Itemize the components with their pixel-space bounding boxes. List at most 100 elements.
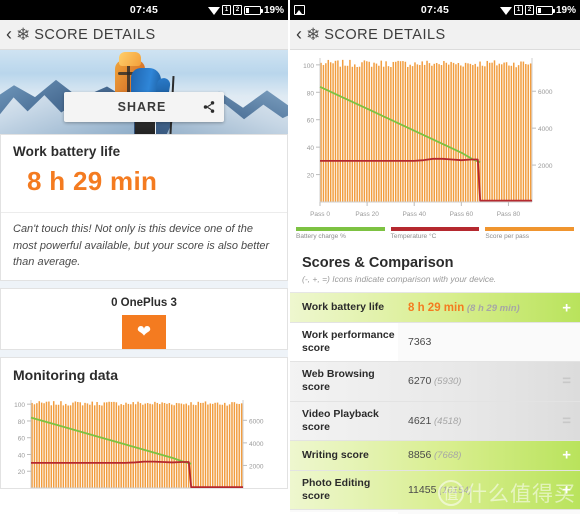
scores-subtitle: (-, +, =) Icons indicate comparison with…: [302, 274, 497, 284]
svg-text:60: 60: [18, 435, 26, 442]
divider-2: [0, 349, 288, 357]
row-comparison-value: (7668): [431, 450, 462, 462]
svg-text:100: 100: [14, 402, 25, 409]
row-value-text: 6270: [408, 375, 432, 388]
device-name-label: 0 OnePlus 3: [111, 296, 177, 309]
row-comparison-value: (4518): [431, 415, 462, 427]
signal-sim1-icon: 1: [221, 5, 231, 15]
snowflake-icon: ❄: [306, 25, 321, 44]
status-bar-right-icons: 1 2 19%: [207, 4, 284, 16]
table-row[interactable]: Web Browsing score 6270 (5930) =: [290, 362, 580, 402]
svg-text:Pass 0: Pass 0: [310, 211, 330, 218]
monitoring-chart-left: 20 40 60 80 100 2000 4000 6000: [1, 391, 287, 488]
row-label: Writing score: [302, 448, 369, 461]
page-title: SCORE DETAILS: [324, 26, 446, 43]
row-comparison-value: (5930): [431, 376, 462, 388]
scores-table: Work battery life 8 h 29 min (8 h 29 min)…: [290, 293, 580, 514]
scores-title: Scores & Comparison: [302, 255, 454, 271]
status-bar-left: 07:45 1 2 19%: [0, 0, 288, 20]
dual-screenshot-container: 07:45 1 2 19% ‹ ❄ SCORE DETAILS SHARE Wo…: [0, 0, 580, 514]
row-label: Video Playback score: [302, 407, 379, 433]
svg-text:2000: 2000: [538, 163, 553, 170]
comparison-plus-icon: +: [562, 446, 571, 464]
heart-icon: ❤: [136, 322, 152, 341]
legend-color-swatch: [390, 227, 480, 231]
result-label: Work battery life: [13, 144, 121, 159]
result-value: 8 h 29 min: [27, 166, 158, 196]
legend-item: Battery charge %: [296, 227, 385, 240]
status-bar-right: 07:45 1 2 19%: [290, 0, 580, 20]
legend-label: Score per pass: [485, 233, 530, 240]
result-description-wrap: Can't touch this! Not only is this devic…: [1, 212, 287, 280]
result-card: Work battery life 8 h 29 min Can't touch…: [0, 134, 288, 281]
share-button-label: SHARE: [117, 100, 167, 114]
row-value: 8 h 29 min (8 h 29 min): [398, 296, 580, 320]
svg-text:80: 80: [307, 90, 315, 97]
status-bar-right-icons: 1 2 19%: [499, 4, 576, 16]
svg-text:40: 40: [18, 452, 26, 459]
comparison-equal-icon: =: [562, 412, 571, 430]
battery-icon: [243, 5, 263, 15]
svg-text:40: 40: [307, 145, 315, 152]
svg-text:6000: 6000: [249, 418, 264, 425]
legend-color-swatch: [296, 227, 385, 231]
monitoring-card: Monitoring data 20 40 60 80 100 2000 4000 6000: [0, 356, 288, 489]
app-bar-right: ‹ ❄ SCORE DETAILS: [290, 20, 580, 50]
table-row[interactable]: Writing score 8856 (7668) +: [290, 440, 580, 471]
back-icon[interactable]: ‹: [6, 25, 12, 43]
back-icon[interactable]: ‹: [296, 25, 302, 43]
legend-label: Battery charge %: [296, 233, 346, 240]
svg-text:60: 60: [307, 118, 315, 125]
battery-percent-label: 19%: [263, 4, 284, 16]
row-value: 4621 (4518): [398, 409, 580, 433]
svg-text:Pass 60: Pass 60: [450, 211, 474, 218]
wifi-icon: [499, 6, 512, 15]
row-value: 8856 (7668): [398, 443, 580, 467]
legend-item: Score per pass: [485, 227, 575, 240]
row-comparison-value: (10154): [436, 484, 472, 496]
backpack-top-shape: [119, 52, 141, 66]
table-row[interactable]: Video Playback score 4621 (4518) =: [290, 401, 580, 441]
svg-text:6000: 6000: [538, 89, 553, 96]
row-value-text: 4621: [408, 414, 432, 427]
row-label: Web Browsing score: [302, 368, 375, 394]
hero-image: SHARE: [0, 50, 288, 134]
app-bar-left: ‹ ❄ SCORE DETAILS: [0, 20, 288, 50]
right-phone-screen: 07:45 1 2 19% ‹ ❄ SCORE DETAILS 20 40 60 80…: [290, 0, 580, 514]
divider-1: [0, 280, 288, 288]
row-label: Work battery life: [302, 300, 385, 313]
table-row[interactable]: Photo Editing score 11455 (10154) +: [290, 470, 580, 510]
svg-text:4000: 4000: [538, 126, 553, 133]
monitoring-chart-svg: 20 40 60 80 100 2000 4000 6000: [14, 399, 264, 488]
legend-label: Temperature °C: [390, 233, 437, 240]
svg-text:Pass 20: Pass 20: [355, 211, 379, 218]
legend-item: Temperature °C: [390, 227, 480, 240]
monitoring-chart-right: 20 40 60 80 100 2000 4000 6000 Pass 0 Pass 20 Pass…: [290, 50, 580, 246]
chart-legend: Battery charge % Temperature °C Score per …: [290, 224, 580, 246]
signal-sim2-icon: 2: [232, 5, 242, 15]
table-row[interactable]: Work performance score 7363: [290, 323, 580, 363]
svg-text:Pass 80: Pass 80: [497, 211, 521, 218]
row-label: Photo Editing score: [302, 476, 371, 502]
row-value: 11455 (10154): [398, 478, 580, 502]
favorite-card: 0 OnePlus 3 ❤: [0, 287, 288, 350]
comparison-plus-icon: +: [562, 481, 571, 499]
wifi-icon: [207, 6, 220, 15]
signal-sim2-icon: 2: [524, 5, 534, 15]
svg-text:20: 20: [18, 469, 26, 476]
row-value-text: 8856: [408, 449, 432, 462]
row-comparison-value: (8 h 29 min): [464, 302, 520, 314]
result-card-body: Work battery life 8 h 29 min: [1, 135, 287, 212]
row-value-text: 8 h 29 min: [408, 301, 465, 314]
svg-text:Pass 40: Pass 40: [402, 211, 426, 218]
battery-percent-label: 19%: [555, 4, 576, 16]
comparison-equal-icon: =: [562, 372, 571, 390]
table-row[interactable]: OS Version6.0.1: [290, 510, 580, 514]
row-label: Work performance score: [290, 323, 398, 362]
share-button[interactable]: SHARE: [64, 92, 224, 122]
snowflake-icon: ❄: [16, 25, 31, 44]
table-row[interactable]: Work battery life 8 h 29 min (8 h 29 min)…: [290, 293, 580, 323]
svg-text:100: 100: [303, 63, 314, 70]
row-value: 7363: [398, 330, 580, 354]
favorite-button[interactable]: ❤: [122, 314, 166, 349]
